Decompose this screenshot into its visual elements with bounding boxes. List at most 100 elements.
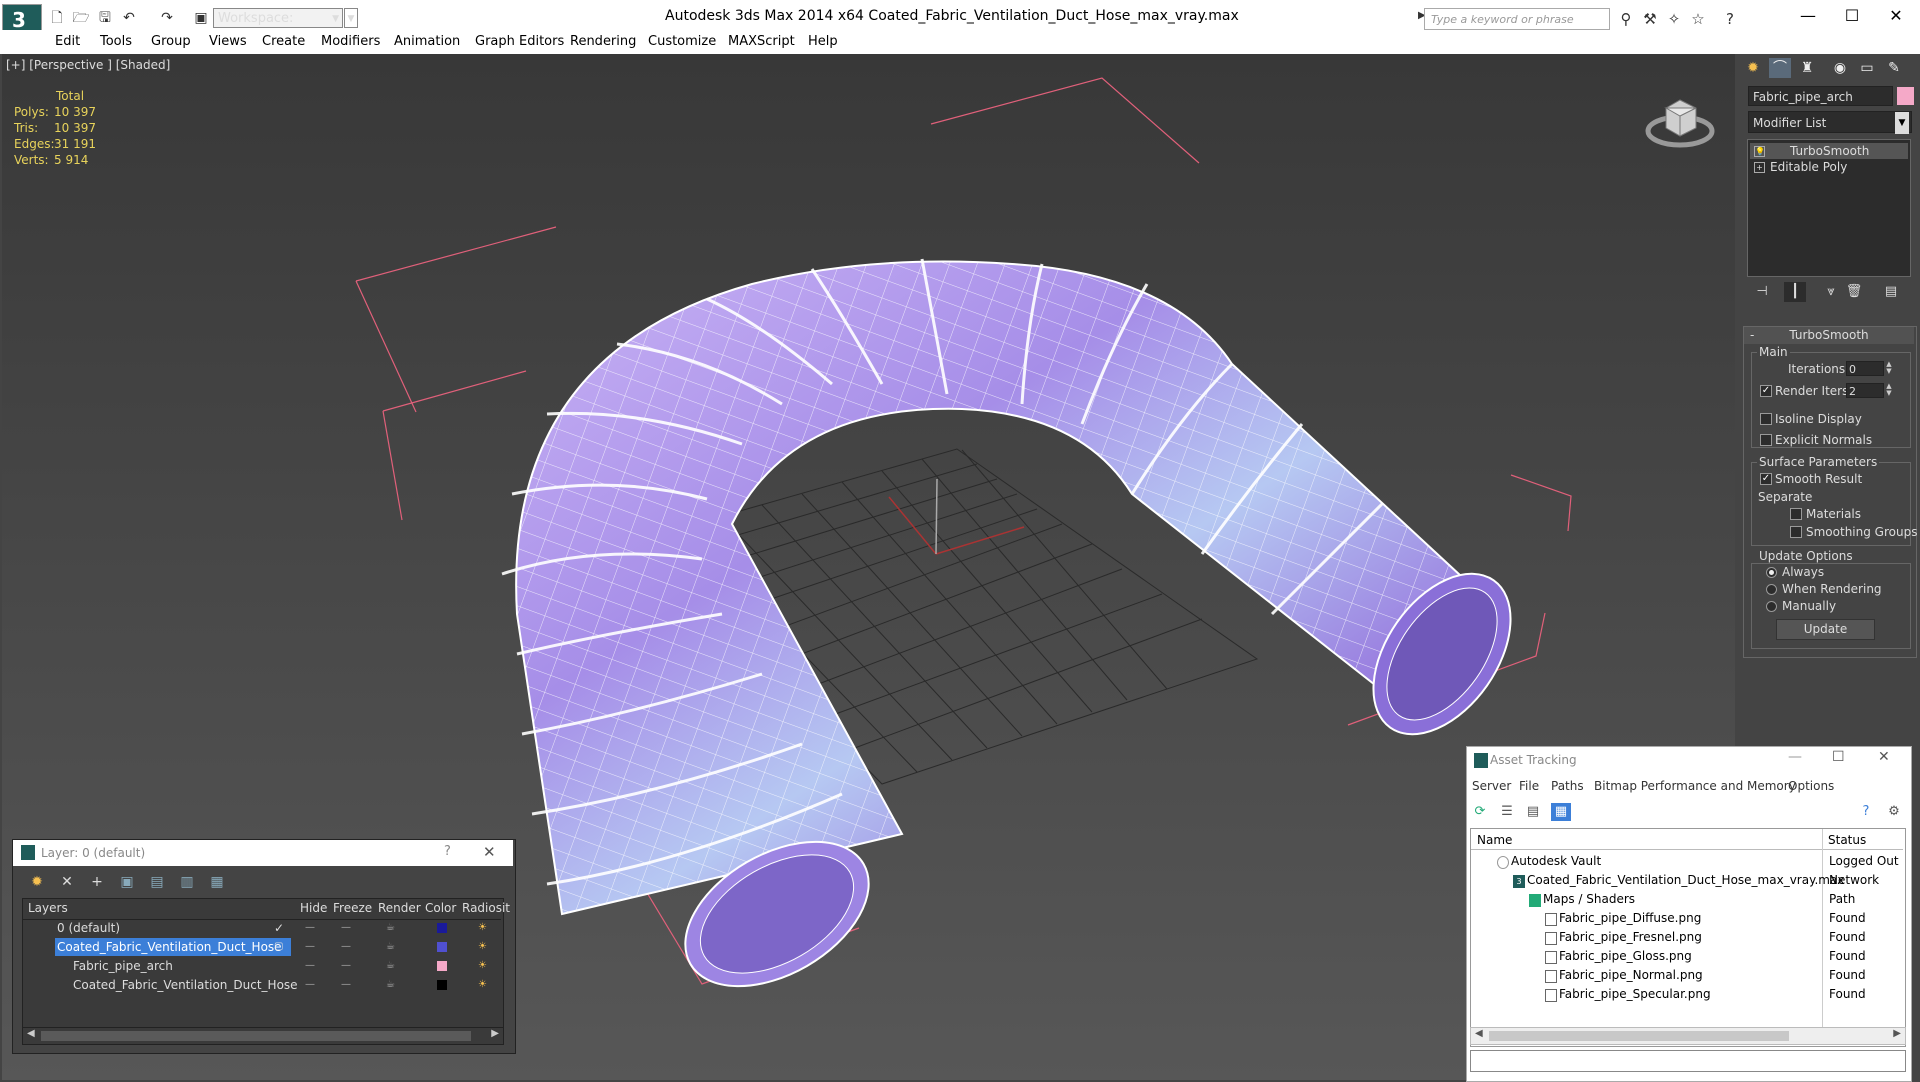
- asset-horizontal-scrollbar[interactable]: ◀ ▶: [1470, 1027, 1906, 1045]
- highlight-layer-icon[interactable]: ▤: [146, 873, 168, 891]
- explicit-normals-checkbox[interactable]: [1760, 434, 1772, 446]
- search-tools-icon[interactable]: ⚒: [1640, 9, 1660, 29]
- redo-icon[interactable]: ↷: [158, 10, 176, 26]
- layer-dialog-titlebar[interactable]: Layer: 0 (default) ? ✕: [13, 840, 513, 866]
- active-layer-check-icon[interactable]: ✓: [274, 919, 284, 937]
- make-unique-icon[interactable]: ⩔: [1820, 282, 1842, 302]
- create-tab-icon[interactable]: ✹: [1742, 58, 1764, 78]
- utilities-tab-icon[interactable]: ✎: [1883, 58, 1905, 78]
- rollout-header[interactable]: - TurboSmooth: [1744, 327, 1914, 344]
- layer-row[interactable]: 0 (default) ✓ — — ☕ ☀: [23, 919, 501, 937]
- asset-row[interactable]: Fabric_pipe_Normal.png Found: [1471, 966, 1903, 985]
- help-icon[interactable]: ?: [444, 844, 451, 859]
- radiosity-icon[interactable]: ☀: [478, 919, 487, 937]
- asset-row[interactable]: Fabric_pipe_Diffuse.png Found: [1471, 909, 1903, 928]
- new-file-icon[interactable]: 🗋: [48, 10, 66, 26]
- menu-modifiers[interactable]: Modifiers: [321, 34, 380, 49]
- col-render[interactable]: Render: [378, 901, 421, 915]
- favorites-star-icon[interactable]: ☆: [1688, 9, 1708, 29]
- asset-minimize-button[interactable]: —: [1788, 749, 1802, 765]
- freeze-all-layers-icon[interactable]: ▦: [206, 873, 228, 891]
- infocenter-search-input[interactable]: Type a keyword or phrase: [1424, 8, 1610, 30]
- add-to-layer-icon[interactable]: +: [86, 873, 108, 891]
- layer-horizontal-scrollbar[interactable]: ◀ ▶: [22, 1027, 504, 1045]
- modifier-list-dropdown[interactable]: Modifier List ▼: [1748, 111, 1912, 134]
- current-layer-box-icon[interactable]: ▢: [274, 938, 283, 956]
- freeze-toggle-icon[interactable]: —: [341, 938, 351, 956]
- close-button[interactable]: ✕: [1874, 4, 1918, 28]
- col-hide[interactable]: Hide: [300, 901, 327, 915]
- render-teapot-icon[interactable]: ☕: [386, 957, 395, 975]
- lightbulb-icon[interactable]: 💡: [1754, 146, 1765, 157]
- hide-toggle-icon[interactable]: —: [305, 976, 315, 994]
- materials-checkbox[interactable]: [1790, 508, 1802, 520]
- asset-menu-server[interactable]: Server: [1472, 779, 1511, 793]
- modify-tab-icon[interactable]: ⌒: [1769, 58, 1791, 78]
- hide-all-layers-icon[interactable]: ▥: [176, 873, 198, 891]
- select-objects-icon[interactable]: ▣: [116, 873, 138, 891]
- when-rendering-radio[interactable]: [1766, 584, 1777, 595]
- maximize-button[interactable]: ☐: [1830, 4, 1874, 28]
- asset-menu-file[interactable]: File: [1519, 779, 1539, 793]
- asset-row[interactable]: Fabric_pipe_Specular.png Found: [1471, 985, 1903, 1004]
- workspace-more-arrow[interactable]: ▼: [344, 8, 358, 28]
- layer-dialog-close-button[interactable]: ✕: [483, 843, 496, 861]
- help-icon[interactable]: ?: [1720, 9, 1740, 29]
- col-name[interactable]: Name: [1477, 833, 1512, 847]
- scroll-left-icon[interactable]: ◀: [1475, 1028, 1483, 1039]
- menu-maxscript[interactable]: MAXScript: [728, 34, 795, 49]
- col-layers[interactable]: Layers: [28, 901, 68, 915]
- hierarchy-tab-icon[interactable]: ♜: [1796, 58, 1818, 78]
- isoline-display-checkbox[interactable]: [1760, 413, 1772, 425]
- viewcube-icon[interactable]: [1640, 86, 1720, 156]
- layer-row[interactable]: Coated_Fabric_Ventilation_Duct_Hose ▢ — …: [23, 938, 501, 956]
- col-freeze[interactable]: Freeze: [333, 901, 372, 915]
- layer-color-swatch[interactable]: [437, 942, 447, 952]
- menu-tools[interactable]: Tools: [100, 34, 132, 49]
- minimize-button[interactable]: —: [1786, 4, 1830, 28]
- smoothing-groups-checkbox[interactable]: [1790, 526, 1802, 538]
- list-view-icon[interactable]: ☰: [1497, 803, 1517, 821]
- iterations-spinner-arrows[interactable]: ▲ ▼: [1885, 361, 1893, 376]
- viewport-label[interactable]: [+] [Perspective ] [Shaded]: [6, 58, 170, 72]
- menu-help[interactable]: Help: [808, 34, 838, 49]
- freeze-toggle-icon[interactable]: —: [341, 976, 351, 994]
- create-layer-icon[interactable]: ✹: [26, 873, 48, 891]
- asset-path-field[interactable]: [1470, 1050, 1906, 1072]
- scrollbar-thumb[interactable]: [1489, 1031, 1789, 1041]
- menu-graph-editors[interactable]: Graph Editors: [475, 34, 564, 49]
- scrollbar-thumb[interactable]: [41, 1031, 471, 1041]
- layer-color-swatch[interactable]: [437, 980, 447, 990]
- freeze-toggle-icon[interactable]: —: [341, 919, 351, 937]
- workspace-dropdown[interactable]: Workspace: Default▼: [213, 8, 343, 46]
- menu-customize[interactable]: Customize: [648, 34, 716, 49]
- pin-stack-icon[interactable]: ⊣: [1751, 282, 1773, 302]
- hide-toggle-icon[interactable]: —: [305, 957, 315, 975]
- freeze-toggle-icon[interactable]: —: [341, 957, 351, 975]
- scroll-right-icon[interactable]: ▶: [491, 1028, 499, 1039]
- col-status[interactable]: Status: [1828, 833, 1866, 847]
- remove-modifier-icon[interactable]: 🗑: [1843, 282, 1865, 302]
- asset-menu-paths[interactable]: Paths: [1551, 779, 1584, 793]
- layer-row[interactable]: Fabric_pipe_arch — — ☕ ☀: [23, 957, 501, 975]
- asset-row[interactable]: Fabric_pipe_Fresnel.png Found: [1471, 928, 1903, 947]
- asset-row[interactable]: Fabric_pipe_Gloss.png Found: [1471, 947, 1903, 966]
- manually-radio[interactable]: [1766, 601, 1777, 612]
- refresh-icon[interactable]: ⟳: [1470, 803, 1490, 821]
- menu-edit[interactable]: Edit: [55, 34, 80, 49]
- project-folder-icon[interactable]: ▣: [192, 10, 210, 26]
- col-radiosity[interactable]: Radiosit: [462, 901, 510, 915]
- render-teapot-icon[interactable]: ☕: [386, 919, 395, 937]
- open-file-icon[interactable]: 🗁: [72, 10, 90, 26]
- menu-rendering[interactable]: Rendering: [570, 34, 636, 49]
- save-icon[interactable]: 🖫: [96, 10, 114, 26]
- stack-item-turbosmooth[interactable]: 💡 TurboSmooth: [1750, 143, 1908, 159]
- layer-color-swatch[interactable]: [437, 961, 447, 971]
- menu-animation[interactable]: Animation: [394, 34, 460, 49]
- display-tab-icon[interactable]: ▭: [1856, 58, 1878, 78]
- asset-menu-options[interactable]: Options: [1788, 779, 1834, 793]
- asset-row[interactable]: Maps / Shaders: [1471, 890, 1903, 909]
- communication-icon[interactable]: ✧: [1664, 9, 1684, 29]
- render-teapot-icon[interactable]: ☕: [386, 938, 395, 956]
- menu-create[interactable]: Create: [262, 34, 305, 49]
